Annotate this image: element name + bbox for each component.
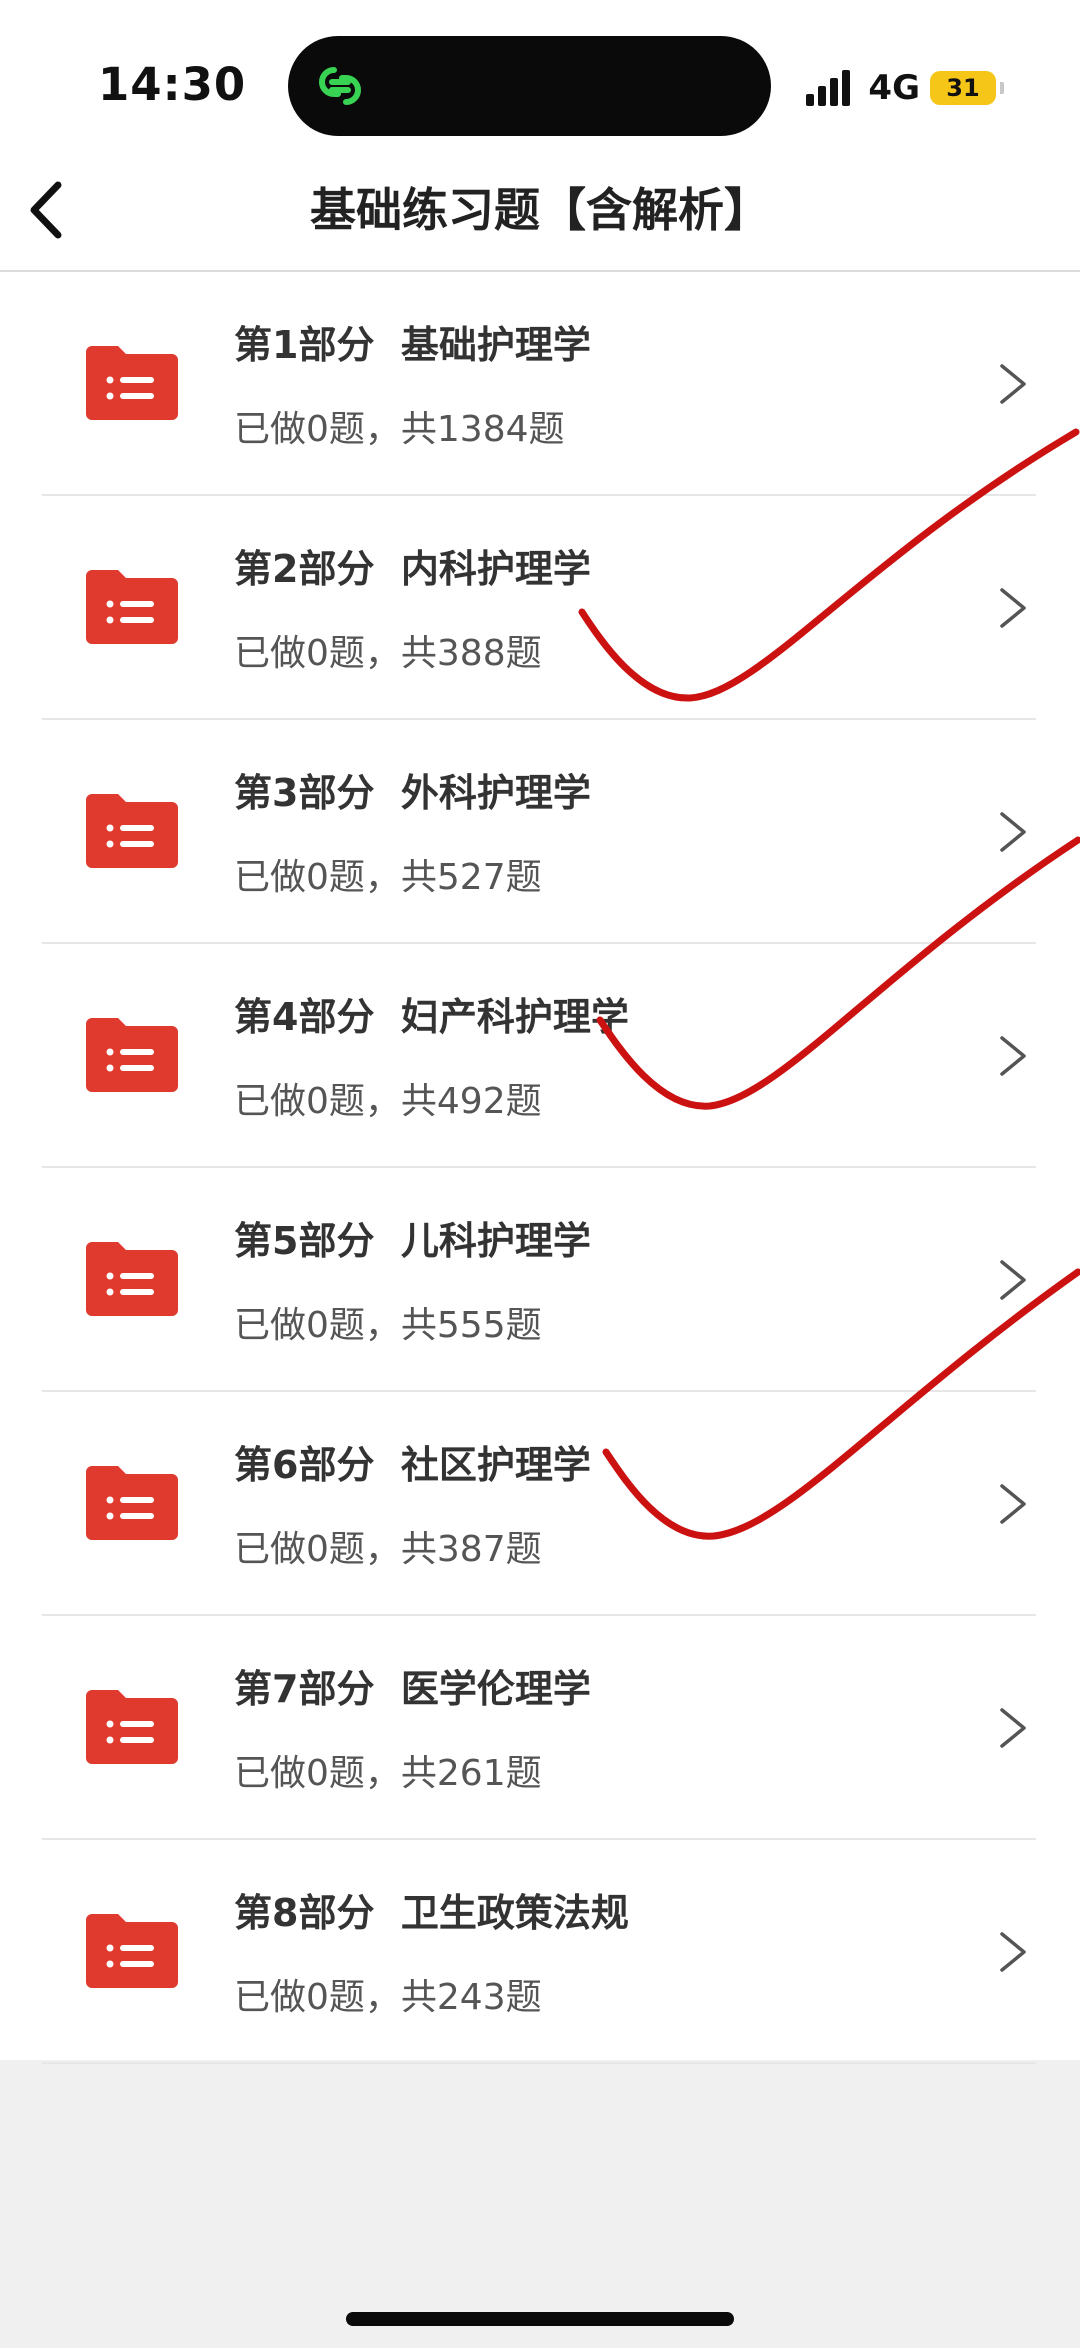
list-item-5[interactable]: 第5部分 儿科护理学 已做0题，共555题 [0,1168,1080,1392]
section-progress: 已做0题，共492题 [234,1081,542,1122]
section-title: 第1部分 基础护理学 [234,323,591,367]
screen: 14:30 4G 31 基础练习题【含解析】 第1部分 基础护理学 已做0题，共… [0,0,1080,2348]
section-title: 第3部分 外科护理学 [234,771,591,815]
chevron-right-icon [1000,1708,1026,1748]
section-progress: 已做0题，共1384题 [234,409,565,450]
list-folder-icon [86,1914,178,1988]
list-item-8[interactable]: 第8部分 卫生政策法规 已做0题，共243题 [0,1840,1080,2064]
chevron-right-icon [1000,588,1026,628]
section-title: 第2部分 内科护理学 [234,547,591,591]
link-rings-icon [319,67,361,105]
status-time: 14:30 [98,58,247,111]
chevron-right-icon [1000,364,1026,404]
list-folder-icon [86,346,178,420]
section-progress: 已做0题，共243题 [234,1977,542,2018]
section-title: 第5部分 儿科护理学 [234,1219,591,1263]
chevron-right-icon [1000,1260,1026,1300]
status-indicators: 4G 31 [806,66,1004,110]
list-folder-icon [86,794,178,868]
section-progress: 已做0题，共261题 [234,1753,542,1794]
section-list: 第1部分 基础护理学 已做0题，共1384题 第2部分 内科护理学 已做0题，共… [0,272,1080,2064]
list-folder-icon [86,570,178,644]
list-item-2[interactable]: 第2部分 内科护理学 已做0题，共388题 [0,496,1080,720]
list-item-7[interactable]: 第7部分 医学伦理学 已做0题，共261题 [0,1616,1080,1840]
back-button[interactable] [14,178,78,242]
chevron-right-icon [1000,1932,1026,1972]
section-progress: 已做0题，共555题 [234,1305,542,1346]
section-title: 第6部分 社区护理学 [234,1443,591,1487]
chevron-left-icon [30,181,62,239]
section-progress: 已做0题，共388题 [234,633,542,674]
network-type: 4G [868,68,920,108]
dynamic-island[interactable] [288,36,771,136]
navigation-bar: 基础练习题【含解析】 [0,150,1080,272]
list-folder-icon [86,1690,178,1764]
cellular-signal-icon [806,70,851,106]
battery-icon: 31 [930,71,1004,105]
list-item-6[interactable]: 第6部分 社区护理学 已做0题，共387题 [0,1392,1080,1616]
section-title: 第7部分 医学伦理学 [234,1667,591,1711]
section-title: 第4部分 妇产科护理学 [234,995,629,1039]
list-folder-icon [86,1242,178,1316]
chevron-right-icon [1000,812,1026,852]
page-title: 基础练习题【含解析】 [310,183,770,237]
chevron-right-icon [1000,1484,1026,1524]
list-item-3[interactable]: 第3部分 外科护理学 已做0题，共527题 [0,720,1080,944]
chevron-right-icon [1000,1036,1026,1076]
section-progress: 已做0题，共387题 [234,1529,542,1570]
home-indicator[interactable] [346,2312,734,2326]
list-item-4[interactable]: 第4部分 妇产科护理学 已做0题，共492题 [0,944,1080,1168]
battery-level: 31 [946,74,980,102]
section-progress: 已做0题，共527题 [234,857,542,898]
list-item-1[interactable]: 第1部分 基础护理学 已做0题，共1384题 [0,272,1080,496]
section-title: 第8部分 卫生政策法规 [234,1891,629,1935]
list-folder-icon [86,1018,178,1092]
list-folder-icon [86,1466,178,1540]
